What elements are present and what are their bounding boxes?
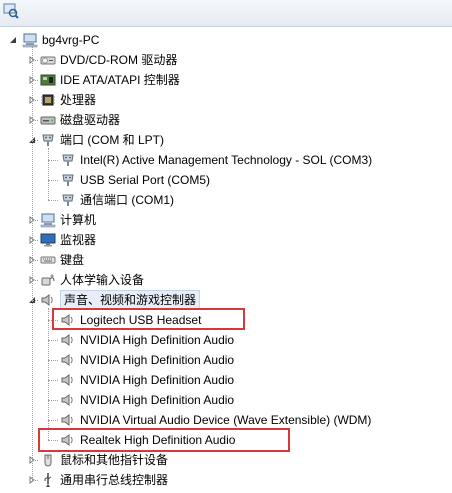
category-label: 端口 (COM 和 LPT)	[60, 133, 164, 147]
category-label: IDE ATA/ATAPI 控制器	[60, 73, 180, 87]
port-icon	[60, 192, 76, 208]
category-label: 人体学输入设备	[60, 273, 145, 287]
category-item[interactable]: 计算机	[0, 210, 452, 230]
device-label: 通信端口 (COM1)	[80, 193, 174, 207]
tree-connector-line	[48, 160, 58, 161]
speaker-icon	[40, 292, 56, 308]
tree-connector-line	[32, 480, 38, 481]
port-icon	[60, 152, 76, 168]
collapse-arrow-icon[interactable]	[8, 30, 17, 50]
category-item[interactable]: 磁盘驱动器	[0, 110, 452, 130]
category-item[interactable]: 鼠标和其他指针设备	[0, 450, 452, 470]
port-icon	[60, 172, 76, 188]
category-label: 键盘	[60, 253, 85, 267]
speaker-icon	[60, 412, 76, 428]
tree-connector-line	[48, 200, 58, 201]
computer-icon	[40, 212, 56, 228]
tree-connector-line	[32, 46, 33, 480]
category-label: 声音、视频和游戏控制器	[60, 290, 201, 310]
category-label: DVD/CD-ROM 驱动器	[60, 53, 178, 67]
device-item[interactable]: 通信端口 (COM1)	[0, 190, 452, 210]
processor-icon	[40, 92, 56, 108]
device-item[interactable]: NVIDIA High Definition Audio	[0, 390, 452, 410]
device-label: NVIDIA High Definition Audio	[80, 373, 235, 387]
root-label: bg4vrg-PC	[42, 33, 100, 47]
tree-connector-line	[48, 400, 58, 401]
tree-connector-line	[48, 180, 58, 181]
dvd-drive-icon	[40, 52, 56, 68]
category-item[interactable]: DVD/CD-ROM 驱动器	[0, 50, 452, 70]
scan-hardware-icon[interactable]	[2, 2, 20, 20]
device-item[interactable]: NVIDIA High Definition Audio	[0, 370, 452, 390]
device-item[interactable]: USB Serial Port (COM5)	[0, 170, 452, 190]
speaker-icon	[60, 352, 76, 368]
category-label: 处理器	[60, 93, 97, 107]
keyboard-icon	[40, 252, 56, 268]
device-label: NVIDIA High Definition Audio	[80, 333, 235, 347]
speaker-icon	[60, 332, 76, 348]
tree-connector-line	[48, 360, 58, 361]
highlight-box-realtek	[38, 428, 290, 452]
category-item[interactable]: 键盘	[0, 250, 452, 270]
highlight-box-logitech	[52, 308, 245, 330]
monitor-icon	[40, 232, 56, 248]
device-label: NVIDIA Virtual Audio Device (Wave Extens…	[80, 413, 372, 427]
device-label: NVIDIA High Definition Audio	[80, 353, 235, 367]
hid-icon	[40, 272, 56, 288]
category-label: 鼠标和其他指针设备	[60, 453, 169, 467]
tree-connector-line	[48, 380, 58, 381]
port-icon	[40, 132, 56, 148]
mouse-icon	[40, 452, 56, 468]
tree-connector-line	[48, 308, 49, 440]
category-item[interactable]: 端口 (COM 和 LPT)	[0, 130, 452, 150]
toolbar	[0, 0, 452, 27]
category-item[interactable]: 人体学输入设备	[0, 270, 452, 290]
category-item[interactable]: 监视器	[0, 230, 452, 250]
device-item[interactable]: NVIDIA High Definition Audio	[0, 330, 452, 350]
category-item[interactable]: 通用串行总线控制器	[0, 470, 452, 490]
tree-connector-line	[48, 148, 49, 200]
category-item[interactable]: 处理器	[0, 90, 452, 110]
tree-root[interactable]: bg4vrg-PC	[0, 30, 452, 50]
category-label: 通用串行总线控制器	[60, 473, 169, 487]
disk-drive-icon	[40, 112, 56, 128]
device-item[interactable]: NVIDIA Virtual Audio Device (Wave Extens…	[0, 410, 452, 430]
speaker-icon	[60, 372, 76, 388]
computer-icon	[22, 32, 38, 48]
tree-connector-line	[48, 420, 58, 421]
speaker-icon	[60, 392, 76, 408]
device-label: Intel(R) Active Management Technology - …	[80, 153, 373, 167]
usb-icon	[40, 472, 56, 488]
category-label: 计算机	[60, 213, 97, 227]
tree-connector-line	[48, 340, 58, 341]
device-label: USB Serial Port (COM5)	[80, 173, 211, 187]
ide-controller-icon	[40, 72, 56, 88]
category-item[interactable]: IDE ATA/ATAPI 控制器	[0, 70, 452, 90]
category-label: 监视器	[60, 233, 97, 247]
device-item[interactable]: NVIDIA High Definition Audio	[0, 350, 452, 370]
category-item[interactable]: 声音、视频和游戏控制器	[0, 290, 452, 310]
device-item[interactable]: Intel(R) Active Management Technology - …	[0, 150, 452, 170]
category-label: 磁盘驱动器	[60, 113, 121, 127]
device-label: NVIDIA High Definition Audio	[80, 393, 235, 407]
